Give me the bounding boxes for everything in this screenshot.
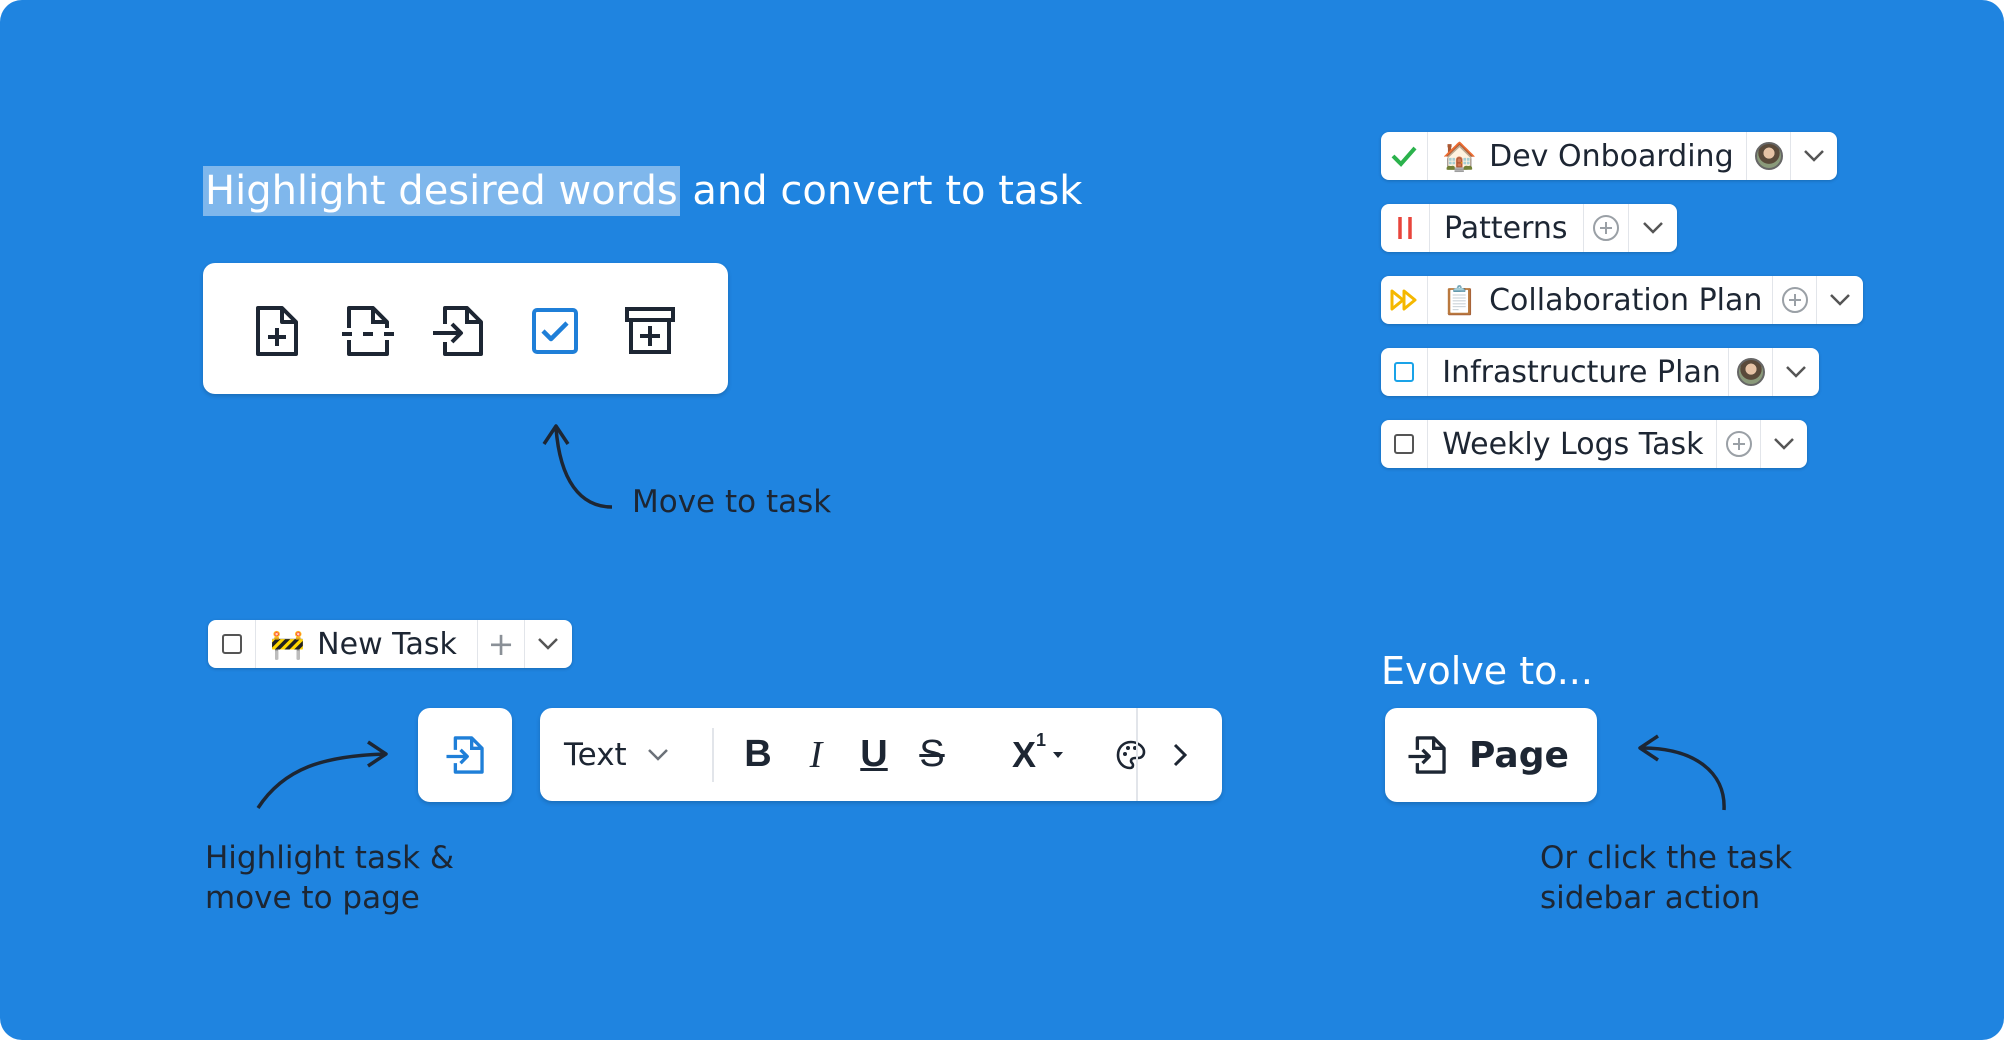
text-style-label: Text [564,736,627,773]
chevron-down-icon[interactable] [1629,204,1677,252]
move-to-page-icon [1408,736,1446,774]
task-label[interactable]: Patterns [1444,211,1568,246]
dashed-page-icon[interactable] [338,301,398,361]
move-to-task-note: Move to task [632,484,832,520]
chevron-right-icon[interactable] [1152,708,1208,801]
square-blue-icon[interactable] [1381,348,1429,396]
convert-toolbar [203,263,728,394]
chevron-down-icon[interactable] [1817,276,1863,324]
move-to-page-icon [446,736,484,774]
chevron-down-icon[interactable] [1773,348,1819,396]
chevron-down-icon [647,748,668,761]
check-icon[interactable] [1381,132,1429,180]
add-assignee-icon[interactable] [1717,420,1761,468]
task-pill-infrastructure-plan[interactable]: Infrastructure Plan [1381,348,1819,396]
chevron-down-icon[interactable] [1761,420,1807,468]
new-page-icon[interactable] [247,301,307,361]
house-emoji-icon: 🏠 [1442,139,1478,173]
palette-icon[interactable] [1108,708,1154,801]
fast-forward-icon[interactable] [1381,276,1429,324]
page-button-label: Page [1469,734,1569,776]
avatar[interactable] [1729,348,1773,396]
avatar[interactable] [1747,132,1791,180]
task-label[interactable]: New Task [317,627,457,662]
plus-icon[interactable]: + [478,620,525,668]
add-assignee-icon[interactable] [1584,204,1629,252]
text-style-dropdown[interactable]: Text [564,708,684,801]
chevron-down-icon[interactable] [1791,132,1837,180]
task-label[interactable]: Collaboration Plan [1489,283,1762,318]
task-pill-patterns[interactable]: Patterns [1381,204,1677,252]
task-pill-dev-onboarding[interactable]: 🏠 Dev Onboarding [1381,132,1837,180]
move-to-page-icon[interactable] [428,301,488,361]
highlight-task-note: Highlight task & move to page [205,838,454,918]
pause-icon[interactable] [1381,204,1430,252]
clipboard-emoji-icon: 📋 [1442,283,1478,317]
square-icon[interactable] [208,620,257,668]
task-pill-collaboration-plan[interactable]: 📋 Collaboration Plan [1381,276,1863,324]
add-assignee-icon[interactable] [1773,276,1817,324]
note-line: Highlight task & [205,840,455,876]
curved-arrow-icon [1638,734,1726,811]
note-line: sidebar action [1540,880,1761,916]
chevron-down-icon[interactable] [525,620,572,668]
format-toolbar: Text B I U S X1 [540,708,1222,801]
task-label[interactable]: Weekly Logs Task [1442,427,1703,462]
superscript-x: X [1012,733,1037,775]
evolve-heading: Evolve to... [1381,649,1593,693]
note-line: Or click the task [1540,840,1793,876]
task-pill-weekly-logs[interactable]: Weekly Logs Task [1381,420,1807,468]
move-to-page-button[interactable] [418,708,512,802]
archive-plus-icon[interactable] [620,301,680,361]
square-icon[interactable] [1381,420,1429,468]
construction-emoji-icon: 🚧 [270,627,306,661]
task-label[interactable]: Dev Onboarding [1489,139,1734,174]
superscript-num: 1 [1036,730,1047,750]
curved-arrow-icon [256,740,388,809]
curved-arrow-icon [542,424,613,509]
promo-canvas: Highlight desired words and convert to t… [0,0,2004,1040]
strikethrough-icon[interactable]: S [904,708,960,801]
divider [1136,708,1138,801]
underline-icon[interactable]: U [846,708,902,801]
note-line: move to page [205,880,420,916]
superscript-icon[interactable]: X1 [1012,708,1088,801]
task-checkbox-icon[interactable] [525,301,585,361]
task-pill-new-task[interactable]: 🚧 New Task + [208,620,572,668]
italic-icon[interactable]: I [788,708,844,801]
headline-rest: and convert to task [679,168,1083,214]
sidebar-action-note: Or click the task sidebar action [1540,838,1792,918]
page-button[interactable]: Page [1385,708,1597,802]
headline: Highlight desired words and convert to t… [203,154,1082,228]
divider [712,728,714,782]
highlighted-text[interactable]: Highlight desired words [203,166,680,216]
task-label[interactable]: Infrastructure Plan [1442,355,1721,390]
bold-icon[interactable]: B [730,708,786,801]
